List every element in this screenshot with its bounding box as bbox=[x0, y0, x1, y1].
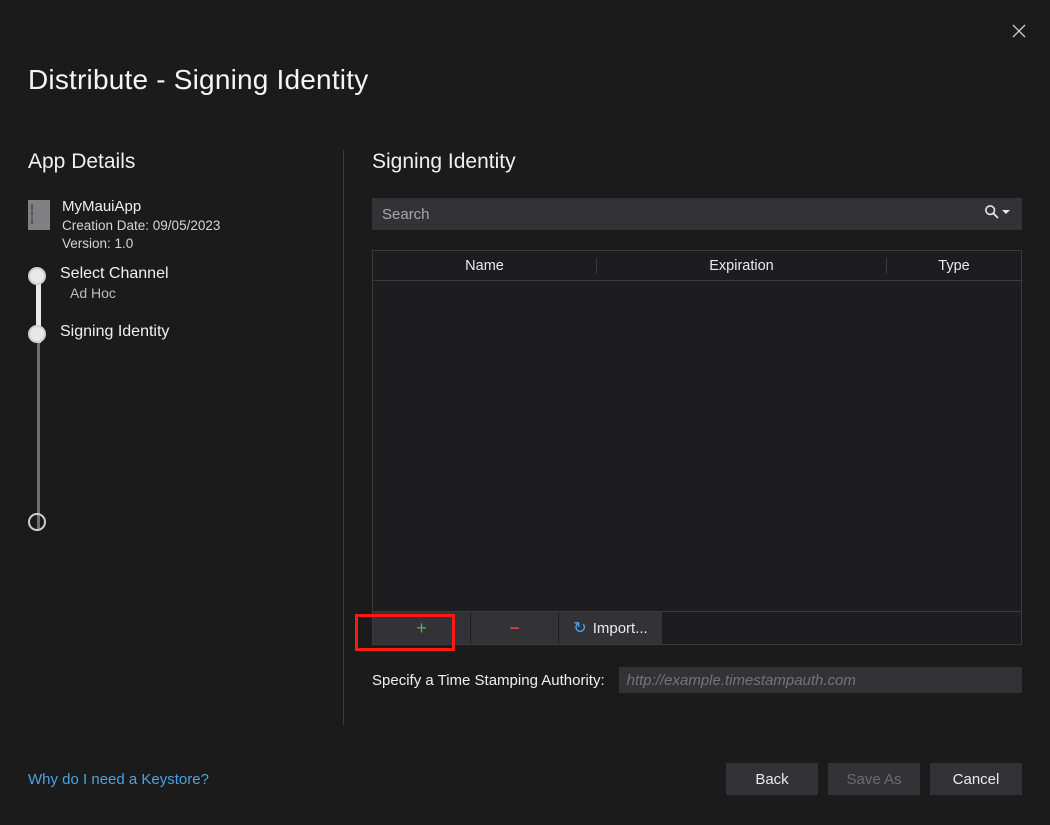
step-subtitle: Ad Hoc bbox=[70, 285, 169, 301]
search-dropdown-button[interactable] bbox=[984, 204, 1010, 220]
app-name: MyMauiApp bbox=[62, 198, 220, 215]
plus-icon: + bbox=[416, 618, 427, 639]
keystore-help-link[interactable]: Why do I need a Keystore? bbox=[28, 771, 209, 788]
save-as-button: Save As bbox=[828, 763, 920, 795]
timestamp-input[interactable] bbox=[619, 667, 1022, 693]
app-details-heading: App Details bbox=[28, 150, 327, 174]
step-dot-icon bbox=[28, 325, 46, 343]
app-archive-icon bbox=[28, 200, 50, 230]
import-label: Import... bbox=[593, 620, 648, 637]
signing-identity-panel: Signing Identity Name Expiration Type + … bbox=[344, 150, 1022, 725]
step-dot-icon bbox=[28, 513, 46, 531]
search-input[interactable] bbox=[372, 198, 1022, 230]
timestamp-label: Specify a Time Stamping Authority: bbox=[372, 672, 605, 689]
column-name[interactable]: Name bbox=[373, 258, 597, 274]
identity-table: Name Expiration Type + − ↻ Import... bbox=[372, 250, 1022, 645]
remove-button[interactable]: − bbox=[471, 612, 559, 644]
close-button[interactable] bbox=[1006, 18, 1032, 44]
minus-icon: − bbox=[509, 618, 520, 639]
step-list: Select Channel Ad Hoc Signing Identity bbox=[28, 265, 327, 531]
step-title: Signing Identity bbox=[60, 323, 169, 341]
step-dot-icon bbox=[28, 267, 46, 285]
column-expiration[interactable]: Expiration bbox=[597, 258, 887, 274]
column-type[interactable]: Type bbox=[887, 258, 1021, 274]
cancel-button[interactable]: Cancel bbox=[930, 763, 1022, 795]
app-creation-date: Creation Date: 09/05/2023 bbox=[62, 218, 220, 233]
step-signing-identity[interactable]: Signing Identity bbox=[28, 323, 327, 343]
table-body[interactable] bbox=[373, 281, 1021, 611]
step-placeholder bbox=[28, 511, 327, 531]
table-toolbar: + − ↻ Import... bbox=[373, 611, 1021, 644]
import-button[interactable]: ↻ Import... bbox=[559, 612, 663, 644]
back-button[interactable]: Back bbox=[726, 763, 818, 795]
step-title: Select Channel bbox=[60, 265, 169, 283]
add-button[interactable]: + bbox=[373, 612, 471, 644]
import-arrow-icon: ↻ bbox=[573, 618, 586, 638]
search-icon bbox=[984, 204, 1000, 220]
step-select-channel[interactable]: Select Channel Ad Hoc bbox=[28, 265, 327, 301]
signing-identity-heading: Signing Identity bbox=[372, 150, 1022, 174]
table-header: Name Expiration Type bbox=[373, 251, 1021, 281]
app-version: Version: 1.0 bbox=[62, 236, 220, 251]
app-detail-block: MyMauiApp Creation Date: 09/05/2023 Vers… bbox=[28, 198, 327, 251]
chevron-down-icon bbox=[1002, 208, 1010, 216]
close-icon bbox=[1012, 24, 1026, 38]
app-details-panel: App Details MyMauiApp Creation Date: 09/… bbox=[28, 150, 344, 725]
page-title: Distribute - Signing Identity bbox=[28, 64, 368, 96]
